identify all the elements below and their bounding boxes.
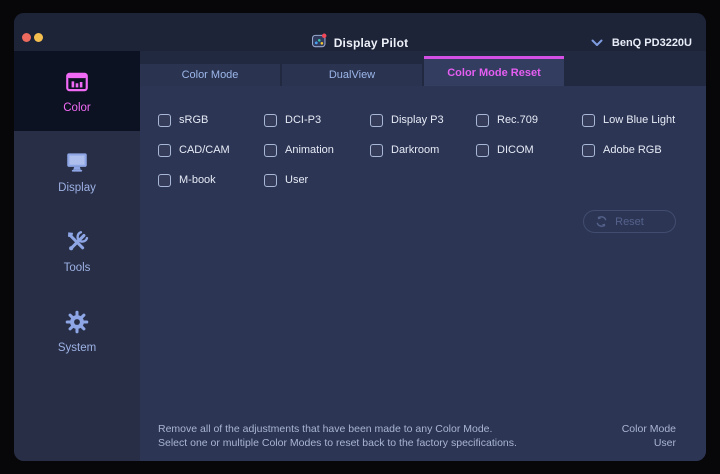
tab-color-mode-reset[interactable]: Color Mode Reset	[424, 56, 564, 86]
color-mode-item-low-blue-light[interactable]: Low Blue Light	[582, 112, 688, 128]
tab-strip: Color Mode DualView Color Mode Reset	[140, 51, 706, 86]
reset-button[interactable]: Reset	[583, 210, 676, 233]
app-window: Display Pilot BenQ PD3220U Color Display T…	[14, 13, 706, 461]
sidebar-item-label: Tools	[63, 261, 91, 274]
checkbox[interactable]	[582, 113, 595, 127]
footer-description-line1: Remove all of the adjustments that have …	[158, 423, 493, 435]
color-mode-label: User	[285, 174, 309, 186]
color-mode-item-user[interactable]: User	[264, 172, 370, 188]
footer-status: Color Mode User	[622, 422, 676, 450]
color-mode-label: Display P3	[391, 114, 444, 126]
color-mode-checkbox-grid: sRGB DCI-P3 Display P3 Rec.709 Low Blue Ligh…	[158, 112, 706, 188]
checkbox[interactable]	[158, 113, 171, 127]
sidebar-item-label: Color	[63, 101, 91, 114]
color-mode-label: Animation	[285, 144, 334, 156]
panel-footer: Remove all of the adjustments that have …	[158, 422, 676, 450]
reset-row: Reset	[140, 210, 676, 233]
refresh-icon	[595, 215, 608, 231]
color-mode-item-rec-709[interactable]: Rec.709	[476, 112, 582, 128]
tools-icon	[64, 229, 90, 255]
color-mode-item-dicom[interactable]: DICOM	[476, 142, 582, 158]
device-selector[interactable]: BenQ PD3220U	[591, 34, 692, 52]
tab-color-mode[interactable]: Color Mode	[140, 64, 280, 86]
checkbox[interactable]	[370, 143, 383, 157]
footer-status-value: User	[653, 437, 676, 449]
checkbox[interactable]	[476, 113, 489, 127]
window-body: Color Display Tools System Color Mode DualVi…	[14, 51, 706, 461]
color-mode-item-darkroom[interactable]: Darkroom	[370, 142, 476, 158]
color-mode-item-cad-cam[interactable]: CAD/CAM	[158, 142, 264, 158]
sidebar-item-tools[interactable]: Tools	[14, 211, 140, 291]
reset-button-label: Reset	[615, 215, 644, 228]
color-mode-label: CAD/CAM	[179, 144, 230, 156]
color-mode-label: DICOM	[497, 144, 534, 156]
checkbox[interactable]	[264, 143, 277, 157]
color-mode-label: Adobe RGB	[603, 144, 662, 156]
color-mode-label: DCI-P3	[285, 114, 322, 126]
title-bar: Display Pilot BenQ PD3220U	[14, 13, 706, 51]
checkbox[interactable]	[370, 113, 383, 127]
tab-dualview[interactable]: DualView	[282, 64, 422, 86]
footer-status-label: Color Mode	[621, 423, 676, 435]
color-mode-item-srgb[interactable]: sRGB	[158, 112, 264, 128]
footer-description-line2: Select one or multiple Color Modes to re…	[158, 437, 517, 449]
color-mode-item-display-p3[interactable]: Display P3	[370, 112, 476, 128]
app-logo-icon	[311, 33, 327, 53]
chevron-down-icon	[591, 34, 603, 52]
color-modes-icon	[64, 69, 90, 95]
device-name: BenQ PD3220U	[611, 37, 692, 49]
color-mode-label: Darkroom	[391, 144, 440, 156]
sidebar-item-color[interactable]: Color	[14, 51, 140, 131]
color-mode-item-m-book[interactable]: M-book	[158, 172, 264, 188]
checkbox[interactable]	[158, 143, 171, 157]
app-title: Display Pilot	[333, 36, 409, 50]
checkbox[interactable]	[158, 173, 171, 187]
gear-icon	[64, 309, 90, 335]
sidebar-item-system[interactable]: System	[14, 291, 140, 371]
checkbox[interactable]	[264, 173, 277, 187]
sidebar-item-label: Display	[58, 181, 96, 194]
color-mode-item-adobe-rgb[interactable]: Adobe RGB	[582, 142, 688, 158]
color-mode-item-animation[interactable]: Animation	[264, 142, 370, 158]
content-column: Color Mode DualView Color Mode Reset sRGB D…	[140, 51, 706, 461]
color-mode-label: M-book	[179, 174, 216, 186]
sidebar-item-display[interactable]: Display	[14, 131, 140, 211]
color-mode-reset-panel: sRGB DCI-P3 Display P3 Rec.709 Low Blue Ligh…	[140, 86, 706, 461]
color-mode-label: Rec.709	[497, 114, 538, 126]
color-mode-item-dci-p3[interactable]: DCI-P3	[264, 112, 370, 128]
checkbox[interactable]	[264, 113, 277, 127]
sidebar-nav: Color Display Tools System	[14, 51, 140, 461]
checkbox[interactable]	[582, 143, 595, 157]
sidebar-item-label: System	[57, 341, 97, 354]
monitor-icon	[64, 149, 90, 175]
footer-description: Remove all of the adjustments that have …	[158, 422, 517, 450]
color-mode-label: sRGB	[179, 114, 209, 126]
checkbox[interactable]	[476, 143, 489, 157]
color-mode-label: Low Blue Light	[603, 114, 676, 126]
